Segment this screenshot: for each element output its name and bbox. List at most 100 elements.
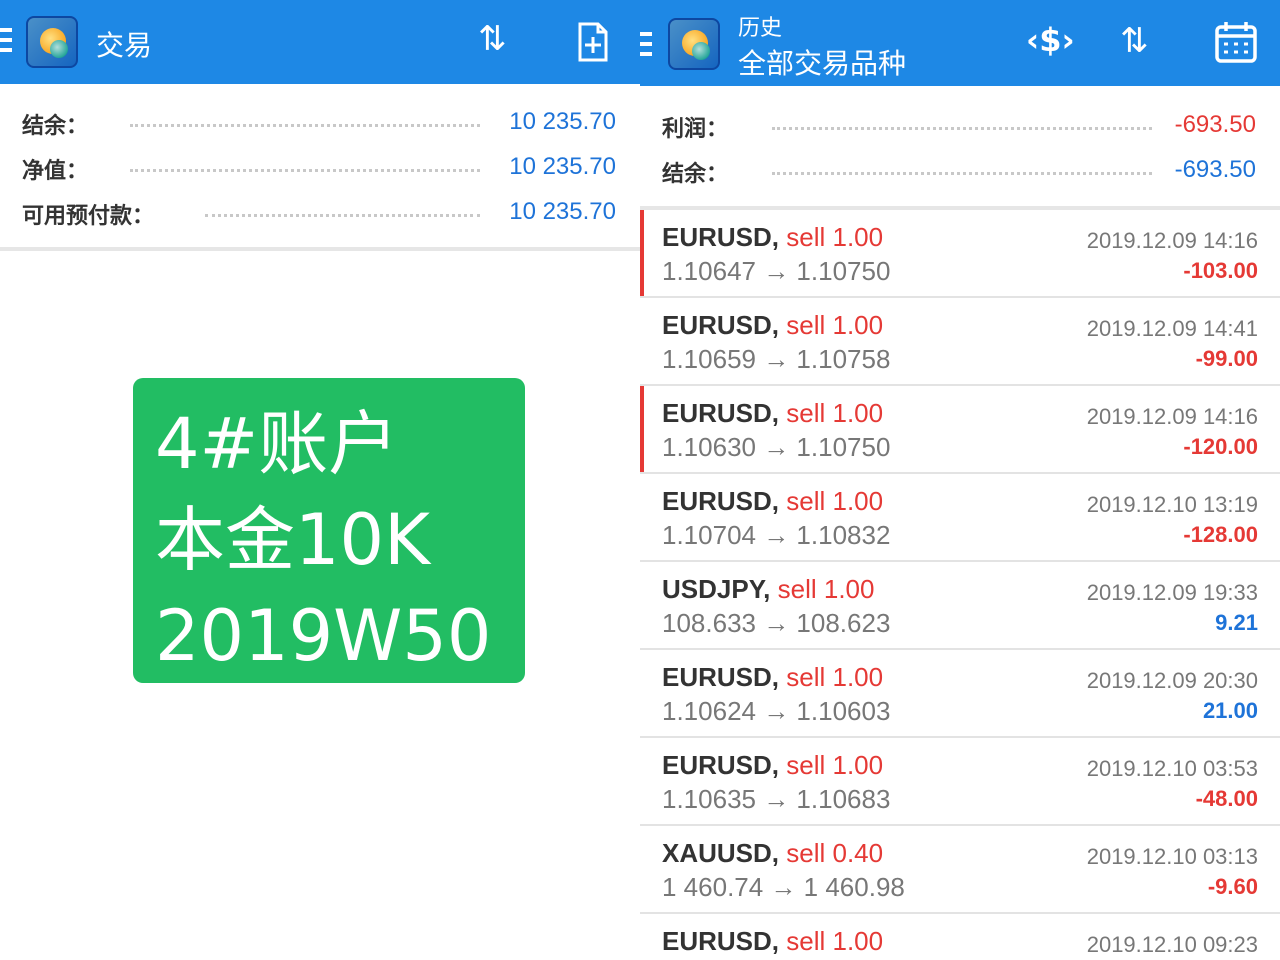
summary-label: 净值： (22, 159, 89, 184)
summary-profit: 利润： -693.50 (640, 105, 1280, 145)
dotted-leader (130, 169, 480, 172)
trade-side: sell 1.00 (786, 486, 884, 516)
trade-side: sell 1.00 (786, 398, 884, 428)
trade-symbol-line: EURUSD, sell 1.00 (662, 750, 883, 781)
trade-profit: 21.00 (1202, 698, 1258, 723)
trade-symbol: EURUSD, (662, 310, 780, 340)
trade-row[interactable]: EURUSD, sell 1.00 1.10659 → 1.10758 2019… (640, 298, 1280, 386)
dotted-leader (205, 214, 480, 217)
trade-symbol: EURUSD, (662, 662, 780, 692)
trade-time: 2019.12.09 14:16 (1086, 228, 1258, 253)
trade-row[interactable]: EURUSD, sell 1.00 1.10647 → 1.10750 2019… (640, 210, 1280, 298)
trade-prices: 1.10624 → 1.10603 (662, 696, 891, 726)
trade-row[interactable]: EURUSD, sell 1.00 1.10635 → 1.10683 2019… (640, 738, 1280, 826)
sort-icon[interactable]: ⇅ (478, 22, 507, 56)
summary-equity: 净值： 10 235.70 (0, 147, 640, 187)
trade-side: sell 1.00 (786, 310, 884, 340)
trade-symbol: EURUSD, (662, 926, 780, 956)
trade-symbol: EURUSD, (662, 398, 780, 428)
trade-profit: -120.00 (1183, 434, 1258, 459)
deposit-icon[interactable]: ‹$› (1026, 24, 1075, 56)
promo-line: 本金10K (155, 499, 430, 581)
trade-time: 2019.12.10 03:13 (1086, 844, 1258, 869)
trade-history-list: EURUSD, sell 1.00 1.10647 → 1.10750 2019… (640, 210, 1280, 960)
summary-label: 利润： (662, 117, 729, 142)
trade-prices: 1.10704 → 1.10832 (662, 520, 891, 550)
history-subtitle[interactable]: 全部交易品种 (738, 42, 906, 82)
divider (0, 247, 640, 251)
trade-side: sell 1.00 (786, 222, 884, 252)
trade-prices: 1.10630 → 1.10750 (662, 432, 891, 462)
trade-symbol: XAUUSD, (662, 838, 780, 868)
summary-label: 可用预付款： (22, 204, 155, 229)
trade-row[interactable]: USDJPY, sell 1.00 108.633 → 108.623 2019… (640, 562, 1280, 650)
trade-symbol: EURUSD, (662, 750, 780, 780)
promo-card: 4#账户 本金10K 2019W50 (133, 378, 525, 683)
trade-symbol-line: EURUSD, sell 1.00 (662, 662, 883, 693)
menu-icon[interactable] (0, 28, 12, 58)
dotted-leader (772, 127, 1152, 130)
trade-symbol-line: EURUSD, sell 1.00 (662, 310, 883, 341)
trade-side: sell 1.00 (786, 662, 884, 692)
trade-prices: 1.10647 → 1.10750 (662, 256, 891, 286)
history-title: 历史 (738, 16, 783, 41)
trade-symbol: EURUSD, (662, 486, 780, 516)
trade-symbol-line: XAUUSD, sell 0.40 (662, 838, 883, 869)
trade-profit: -128.00 (1183, 522, 1258, 547)
trade-time: 2019.12.09 20:30 (1086, 668, 1258, 693)
trade-prices: 1.10659 → 1.10758 (662, 344, 891, 374)
new-order-icon[interactable] (577, 22, 609, 62)
trade-screen: 交易 ⇅ 结余： 10 235.70 净值： 10 235.70 可用预付款： … (0, 0, 640, 960)
summary-label: 结余： (22, 114, 89, 139)
history-screen: 历史 全部交易品种 ‹$› ⇅ 利润： -693.50 结余： -693.50 … (640, 0, 1280, 960)
trade-profit: -9.60 (1207, 874, 1258, 899)
summary-value: 10 235.70 (509, 198, 616, 225)
summary-value: 10 235.70 (509, 153, 616, 180)
trade-profit: -103.00 (1183, 258, 1258, 283)
trade-symbol-line: USDJPY, sell 1.00 (662, 574, 874, 605)
trade-row[interactable]: EURUSD, sell 1.00 1.10624 → 1.10603 2019… (640, 650, 1280, 738)
summary-balance: 结余： -693.50 (640, 150, 1280, 190)
trade-time: 2019.12.09 19:33 (1086, 580, 1258, 605)
summary-value: -693.50 (1174, 156, 1256, 183)
promo-line: 2019W50 (155, 595, 492, 677)
trade-side: sell 1.00 (786, 750, 884, 780)
trade-symbol-line: EURUSD, sell 1.00 (662, 486, 883, 517)
trade-row[interactable]: XAUUSD, sell 0.40 1 460.74 → 1 460.98 20… (640, 826, 1280, 914)
trade-profit: 9.21 (1215, 610, 1258, 635)
trade-title: 交易 (96, 29, 153, 62)
app-logo-icon (26, 16, 78, 68)
trade-time: 2019.12.09 14:41 (1086, 316, 1258, 341)
trade-prices: 1.10635 → 1.10683 (662, 784, 891, 814)
trade-profit: -99.00 (1195, 346, 1258, 371)
summary-value: 10 235.70 (509, 108, 616, 135)
history-toolbar: 历史 全部交易品种 ‹$› ⇅ (640, 0, 1280, 86)
trade-side: sell 1.00 (777, 574, 875, 604)
trade-row[interactable]: EURUSD, sell 1.00 2019.12.10 09:23 (640, 914, 1280, 960)
trade-symbol-line: EURUSD, sell 1.00 (662, 926, 883, 957)
trade-symbol-line: EURUSD, sell 1.00 (662, 398, 883, 429)
summary-free-margin: 可用预付款： 10 235.70 (0, 192, 640, 232)
trade-side: sell 0.40 (786, 838, 884, 868)
dotted-leader (772, 172, 1152, 175)
trade-symbol-line: EURUSD, sell 1.00 (662, 222, 883, 253)
trade-prices: 1 460.74 → 1 460.98 (662, 872, 905, 902)
trade-row[interactable]: EURUSD, sell 1.00 1.10630 → 1.10750 2019… (640, 386, 1280, 474)
menu-icon[interactable] (640, 32, 652, 62)
trade-time: 2019.12.09 14:16 (1086, 404, 1258, 429)
trade-time: 2019.12.10 13:19 (1086, 492, 1258, 517)
trade-prices: 108.633 → 108.623 (662, 608, 891, 638)
calendar-icon[interactable] (1214, 20, 1258, 64)
trade-symbol: USDJPY, (662, 574, 771, 604)
app-logo-icon (668, 18, 720, 70)
trade-side: sell 1.00 (786, 926, 884, 956)
trade-time: 2019.12.10 09:23 (1086, 932, 1258, 957)
summary-balance: 结余： 10 235.70 (0, 102, 640, 142)
trade-profit: -48.00 (1195, 786, 1258, 811)
promo-line: 4#账户 (155, 403, 399, 485)
trade-row[interactable]: EURUSD, sell 1.00 1.10704 → 1.10832 2019… (640, 474, 1280, 562)
summary-value: -693.50 (1174, 111, 1256, 138)
trade-time: 2019.12.10 03:53 (1086, 756, 1258, 781)
sort-icon[interactable]: ⇅ (1120, 24, 1149, 58)
trade-toolbar: 交易 ⇅ (0, 0, 640, 84)
